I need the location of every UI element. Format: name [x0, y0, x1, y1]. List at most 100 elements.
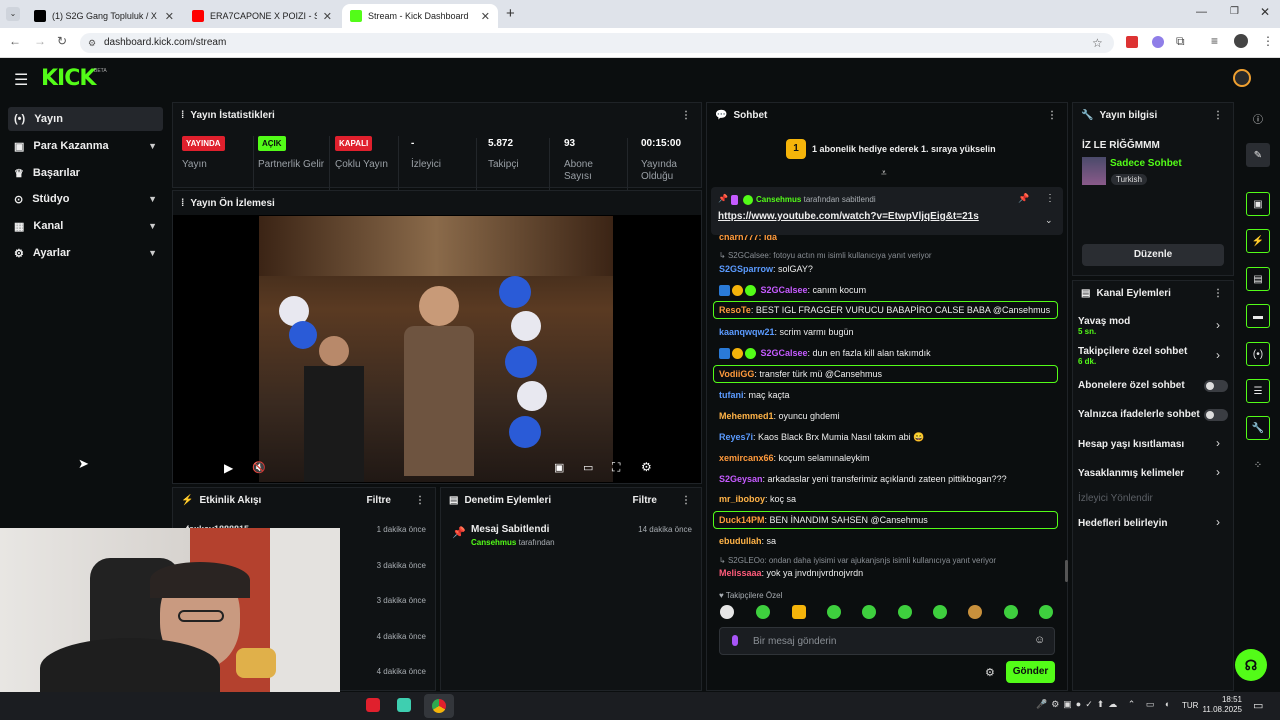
info-icon[interactable]: ⓘ: [1246, 106, 1270, 130]
chevron-right-icon[interactable]: ›: [1216, 436, 1220, 450]
tab-kick-dashboard[interactable]: Stream - Kick Dashboard ✕: [342, 4, 498, 28]
system-tray-icons[interactable]: 🎤⚙▣●✓⬆☁ ⌃ ▭ ◐: [1036, 699, 1174, 710]
site-info-icon[interactable]: ⚙: [88, 33, 96, 53]
action-banned-words[interactable]: Yasaklanmış kelimeler: [1078, 468, 1184, 479]
action-followers-only[interactable]: Takipçilere özel sohbet 6 dk.: [1078, 346, 1187, 366]
new-tab-icon[interactable]: +: [506, 5, 515, 22]
clock[interactable]: 18:51 11.08.2025: [1202, 695, 1242, 715]
more-options-icon[interactable]: ⋮: [681, 495, 691, 506]
chevron-right-icon[interactable]: ›: [1216, 348, 1220, 362]
mic-icon[interactable]: [732, 635, 738, 646]
chat-username[interactable]: S2GCalsee: [761, 348, 808, 358]
chat-username[interactable]: mr_iboboy: [719, 494, 765, 504]
hamburger-menu-icon[interactable]: ☰: [14, 70, 28, 90]
sidebar-item-basarilar[interactable]: ♛ Başarılar: [8, 161, 163, 185]
sidebar-item-ayarlar[interactable]: ⚙ Ayarlar ▼: [8, 241, 163, 265]
language-indicator[interactable]: TUR: [1182, 701, 1198, 710]
chat-username[interactable]: Reyes7i: [719, 432, 753, 442]
edit-pencil-icon[interactable]: ✎: [1246, 143, 1270, 167]
emote-icon[interactable]: [933, 605, 947, 619]
sidebar-item-yayin[interactable]: (•) Yayın: [8, 107, 163, 131]
play-icon[interactable]: ▶: [224, 461, 233, 475]
chat-username[interactable]: Duck14PM: [719, 515, 765, 525]
theater-icon[interactable]: ▭: [583, 461, 593, 474]
back-icon[interactable]: ←: [9, 34, 21, 48]
send-button[interactable]: Gönder: [1006, 661, 1055, 683]
browser-menu-icon[interactable]: ⋮: [1262, 34, 1274, 48]
chevron-right-icon[interactable]: ›: [1216, 318, 1220, 332]
chat-username[interactable]: Mehemmed1: [719, 411, 774, 421]
url-field[interactable]: ⚙ dashboard.kick.com/stream ☆: [80, 33, 1114, 53]
forward-icon[interactable]: →: [34, 34, 46, 48]
sidebar-item-studyo[interactable]: ⊙ Stüdyo ▼: [8, 187, 163, 211]
close-icon[interactable]: ✕: [481, 10, 490, 23]
chat-username[interactable]: Melissaaa: [719, 568, 762, 578]
filter-button[interactable]: Filtre: [633, 495, 657, 506]
emote-icon[interactable]: [968, 605, 982, 619]
fullscreen-icon[interactable]: ⛶: [612, 460, 620, 475]
app-icon[interactable]: [366, 698, 380, 712]
chat-username[interactable]: S2GSparrow: [719, 264, 773, 274]
extensions-puzzle-icon[interactable]: ⧉: [1176, 34, 1185, 49]
lightning-icon[interactable]: ⚡: [1246, 229, 1270, 253]
emote-icon[interactable]: [862, 605, 876, 619]
document-icon[interactable]: ▤: [1246, 267, 1270, 291]
app-icon[interactable]: [397, 698, 411, 712]
more-options-icon[interactable]: ⋮: [1047, 110, 1057, 121]
chevron-right-icon[interactable]: ›: [1216, 465, 1220, 479]
more-options-icon[interactable]: ⋮: [415, 495, 425, 506]
drag-handle-icon[interactable]: ⁞: [181, 110, 184, 121]
tab-twitter[interactable]: (1) S2G Gang Topluluk / X ✕: [26, 4, 182, 28]
chat-username[interactable]: ebudullah: [719, 536, 762, 546]
chat-username[interactable]: S2GCalsee: [761, 285, 808, 295]
tab-youtube[interactable]: ERA7CAPONE X POIZI - SONБ ✕: [184, 4, 340, 28]
pip-icon[interactable]: ▣: [554, 461, 564, 474]
window-close-icon[interactable]: ✕: [1260, 5, 1270, 19]
chrome-taskbar-button[interactable]: [424, 694, 454, 718]
action-slow-mode[interactable]: Yavaş mod 5 sn.: [1078, 316, 1130, 336]
minimize-icon[interactable]: —: [1196, 6, 1207, 18]
add-widget-icon[interactable]: ⁘: [1246, 453, 1270, 477]
chat-settings-icon[interactable]: ⚙: [985, 666, 995, 679]
emoji-picker-icon[interactable]: ☺: [1034, 634, 1045, 646]
edit-button[interactable]: Düzenle: [1082, 244, 1224, 266]
emote-icon[interactable]: [827, 605, 841, 619]
chat-username[interactable]: S2Geysan: [719, 474, 763, 484]
action-account-age[interactable]: Hesap yaşı kısıtlaması: [1078, 439, 1184, 450]
user-avatar[interactable]: [1233, 69, 1251, 87]
more-options-icon[interactable]: ⋮: [1213, 288, 1223, 299]
action-goals[interactable]: Hedefleri belirleyin: [1078, 518, 1167, 529]
wrench-icon[interactable]: 🔧: [1246, 416, 1270, 440]
restore-icon[interactable]: ❐: [1230, 6, 1239, 17]
reload-icon[interactable]: ↻: [57, 34, 67, 48]
collapse-icon[interactable]: ⩡: [881, 168, 887, 179]
close-icon[interactable]: ✕: [323, 10, 332, 23]
chevron-down-icon[interactable]: ⌄: [1045, 215, 1053, 226]
broadcast-icon[interactable]: (•): [1246, 342, 1270, 366]
settings-gear-icon[interactable]: ⚙: [641, 460, 652, 474]
chat-bubble-icon[interactable]: ▬: [1246, 304, 1270, 328]
layout-icon[interactable]: ☰: [1246, 379, 1270, 403]
emote-icon[interactable]: [720, 605, 734, 619]
sidebar-item-para-kazanma[interactable]: ▣ Para Kazanma ▼: [8, 134, 163, 158]
tab-list-icon[interactable]: ⌄: [6, 7, 20, 21]
support-icon[interactable]: ☊: [1235, 649, 1267, 681]
chat-input[interactable]: Bir mesaj gönderin ☺: [719, 627, 1055, 655]
widget-icon[interactable]: ▣: [1246, 192, 1270, 216]
pinned-link[interactable]: https://www.youtube.com/watch?v=EtwpVljq…: [718, 211, 979, 222]
extension-icon[interactable]: [1152, 36, 1164, 48]
gift-leaderboard-banner[interactable]: 1 abonelik hediye ederek 1. sıraya yükse…: [812, 144, 996, 154]
chat-username[interactable]: kaanqwqw21: [719, 327, 775, 337]
emote-icon[interactable]: [1039, 605, 1053, 619]
kick-logo[interactable]: KICK: [41, 66, 96, 91]
emotes-only-toggle[interactable]: [1204, 409, 1228, 421]
emote-icon[interactable]: [792, 605, 806, 619]
close-icon[interactable]: ✕: [165, 10, 174, 23]
chat-username[interactable]: tufani: [719, 390, 744, 400]
bookmark-star-icon[interactable]: ☆: [1092, 33, 1103, 53]
sidebar-item-kanal[interactable]: ▦ Kanal ▼: [8, 214, 163, 238]
filter-button[interactable]: Filtre: [367, 495, 391, 506]
emote-icon[interactable]: [898, 605, 912, 619]
unpin-icon[interactable]: 📌: [1018, 193, 1029, 204]
chat-username[interactable]: VodiiGG: [719, 369, 754, 379]
